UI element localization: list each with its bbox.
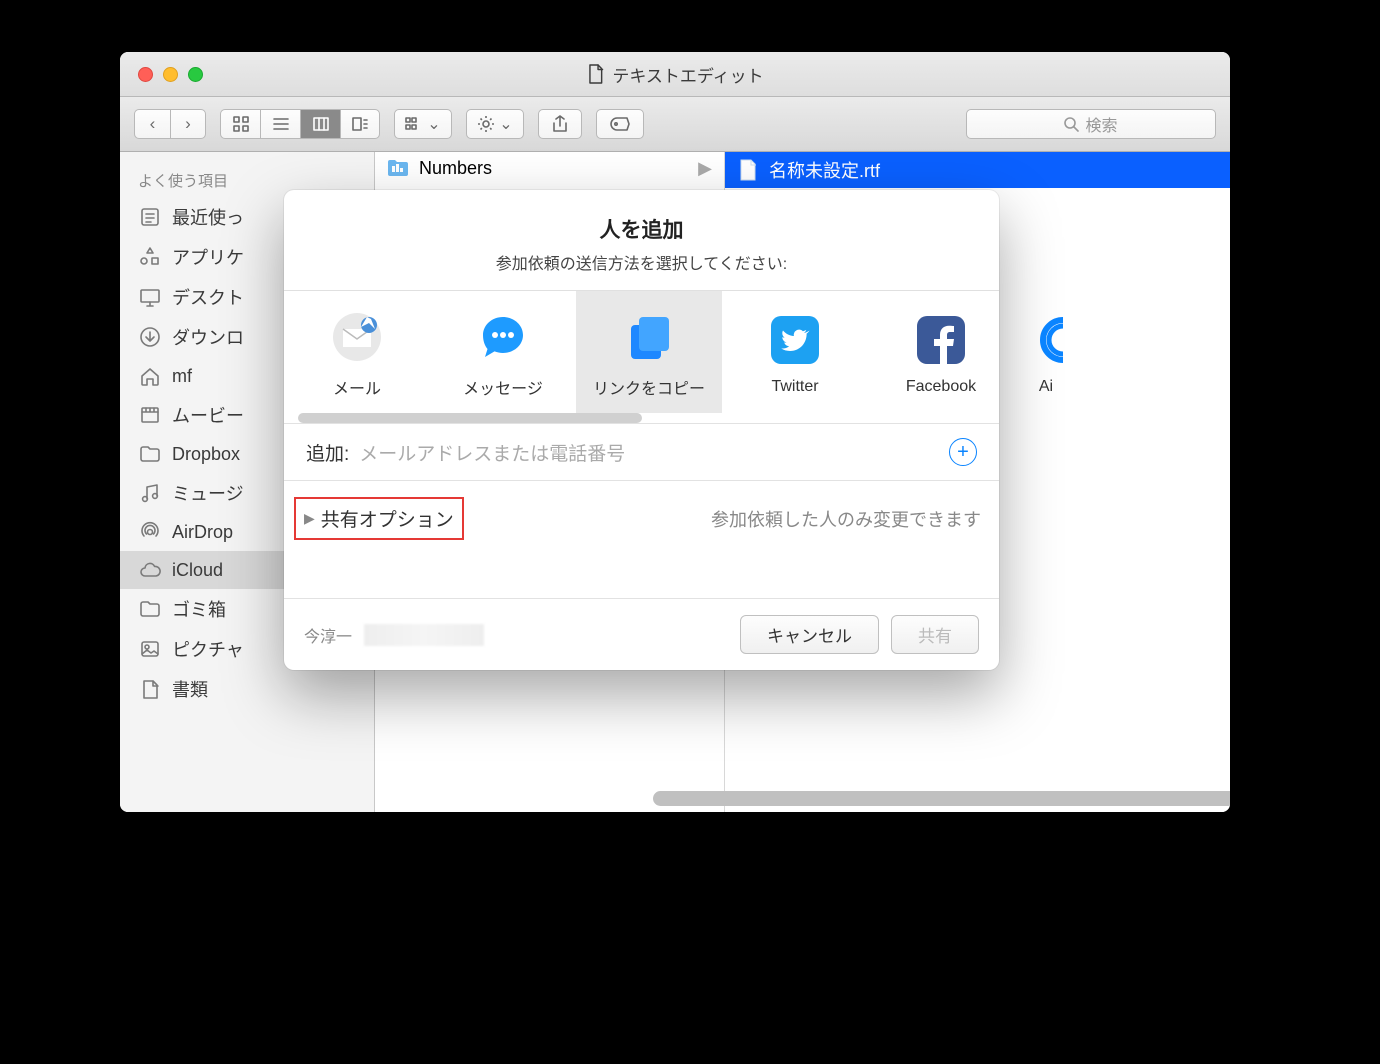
action-button[interactable]: ⌄ — [466, 109, 524, 139]
icon-view[interactable] — [220, 109, 260, 139]
airdrop-icon — [1018, 312, 1074, 368]
redacted — [364, 624, 484, 646]
method-facebook[interactable]: Facebook — [868, 291, 1014, 413]
documents-icon — [138, 677, 162, 701]
dialog-title: 人を追加 — [304, 214, 979, 244]
view-mode — [220, 109, 380, 139]
share-button[interactable] — [538, 109, 582, 139]
current-user: 今淳一 — [304, 623, 352, 647]
add-recipient-row: 追加: メールアドレスまたは電話番号 + — [284, 423, 999, 480]
column-view[interactable] — [300, 109, 340, 139]
method-airdrop[interactable]: Ai — [1014, 291, 1078, 413]
search-icon — [1064, 117, 1079, 132]
tags-button[interactable] — [596, 109, 644, 139]
sidebar-item-documents[interactable]: 書類 — [120, 669, 374, 709]
downloads-icon — [138, 325, 162, 349]
minimize-button[interactable] — [163, 67, 178, 82]
movies-icon — [138, 403, 162, 427]
desktop-icon — [138, 285, 162, 309]
titlebar: テキストエディット — [120, 52, 1230, 97]
tag-icon — [610, 117, 630, 131]
chevron-right-icon: ▶ — [698, 158, 712, 179]
list-view[interactable] — [260, 109, 300, 139]
gallery-view[interactable] — [340, 109, 380, 139]
recipient-input[interactable]: メールアドレスまたは電話番号 — [359, 439, 939, 466]
disclosure-triangle-icon: ▶ — [304, 510, 315, 527]
share-button-submit[interactable]: 共有 — [891, 615, 979, 654]
twitter-icon — [767, 312, 823, 368]
facebook-icon — [913, 312, 969, 368]
method-mail[interactable]: メール — [284, 291, 430, 413]
pictures-icon — [138, 637, 162, 661]
icloud-icon — [138, 558, 162, 582]
add-recipient-button[interactable]: + — [949, 438, 977, 466]
rtf-icon — [737, 159, 759, 181]
mail-icon — [329, 309, 385, 365]
method-copylink[interactable]: リンクをコピー — [576, 291, 722, 413]
home-icon — [138, 364, 162, 388]
folder-row[interactable]: Numbers ▶ — [375, 152, 724, 184]
search-field[interactable]: 検索 — [966, 109, 1216, 139]
copylink-icon — [621, 309, 677, 365]
zoom-button[interactable] — [188, 67, 203, 82]
options-note: 参加依頼した人のみ変更できます — [711, 506, 981, 532]
share-options-toggle[interactable]: ▶ 共有オプション — [294, 497, 464, 540]
traffic-lights — [138, 67, 203, 82]
horizontal-scrollbar[interactable] — [633, 791, 1218, 806]
file-row[interactable]: 名称未設定.rtf — [725, 152, 1230, 188]
forward-button[interactable]: › — [170, 109, 206, 139]
nav-buttons: ‹ › — [134, 109, 206, 139]
airdrop-icon — [138, 520, 162, 544]
toolbar: ‹ › ⌄ ⌄ 検索 — [120, 97, 1230, 152]
methods-scrollbar[interactable] — [284, 413, 999, 423]
folder-icon — [138, 597, 162, 621]
dialog-subtitle: 参加依頼の送信方法を選択してください: — [304, 250, 979, 274]
recent-icon — [138, 205, 162, 229]
messages-icon — [475, 309, 531, 365]
back-button[interactable]: ‹ — [134, 109, 170, 139]
folder-icon — [138, 442, 162, 466]
add-people-dialog: 人を追加 参加依頼の送信方法を選択してください: メールメッセージリンクをコピー… — [284, 190, 999, 670]
gear-icon — [477, 115, 495, 133]
arrange-button[interactable]: ⌄ — [394, 109, 452, 139]
share-methods: メールメッセージリンクをコピーTwitterFacebookAi — [284, 290, 999, 413]
music-icon — [138, 481, 162, 505]
method-twitter[interactable]: Twitter — [722, 291, 868, 413]
close-button[interactable] — [138, 67, 153, 82]
apps-icon — [138, 245, 162, 269]
window-title: テキストエディット — [586, 62, 763, 87]
folder-icon — [387, 157, 409, 179]
cancel-button[interactable]: キャンセル — [740, 615, 879, 654]
method-messages[interactable]: メッセージ — [430, 291, 576, 413]
textedit-icon — [586, 63, 604, 85]
share-icon — [552, 115, 568, 133]
add-label: 追加: — [306, 439, 349, 466]
